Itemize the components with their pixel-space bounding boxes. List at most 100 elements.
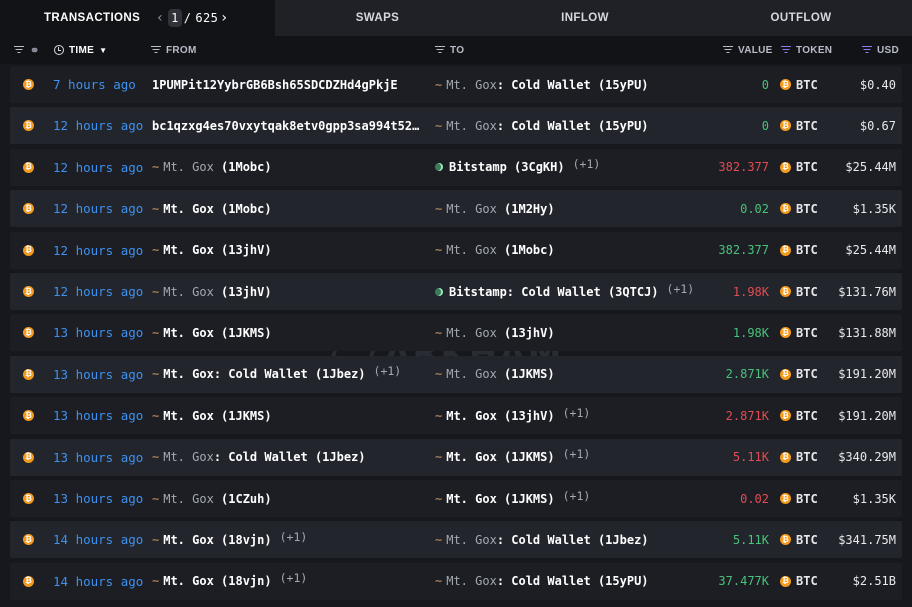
- entity-link[interactable]: ~ Mt. Gox (1JKMS) (+1): [435, 447, 591, 464]
- to-column-header[interactable]: TO: [435, 36, 464, 64]
- entity-link[interactable]: ~ Mt. Gox: Cold Wallet (15yPU): [435, 78, 649, 92]
- entity-name: Mt. Gox: [446, 77, 497, 92]
- token-cell[interactable]: ₿ BTC: [780, 232, 818, 269]
- time-link[interactable]: 13 hours ago: [53, 439, 143, 476]
- time-column-header[interactable]: TIME ▼: [54, 36, 107, 64]
- token-cell[interactable]: ₿ BTC: [780, 397, 818, 434]
- value-column-header[interactable]: VALUE: [723, 36, 773, 64]
- entity-link[interactable]: ~ Mt. Gox (1Mobc): [152, 202, 272, 216]
- entity-link[interactable]: Bitstamp (3CgKH) (+1): [435, 157, 601, 175]
- time-link[interactable]: 13 hours ago: [53, 356, 143, 393]
- entity-link[interactable]: ~ Mt. Gox: Cold Wallet (1Jbez): [152, 450, 366, 464]
- to-header-label: TO: [450, 44, 465, 56]
- entity-link[interactable]: ~ Mt. Gox (13jhV) (+1): [435, 406, 591, 423]
- entity-link[interactable]: ~ Mt. Gox (1JKMS): [152, 326, 272, 340]
- time-link[interactable]: 12 hours ago: [53, 232, 143, 269]
- entity-link[interactable]: ~ Mt. Gox: Cold Wallet (15yPU): [435, 574, 649, 588]
- entity-link[interactable]: ~ Mt. Gox (1JKMS): [152, 409, 272, 423]
- entity-link[interactable]: ~ Mt. Gox: Cold Wallet (1Jbez) (+1): [152, 364, 402, 381]
- extra-addresses-badge[interactable]: (+1): [563, 406, 591, 420]
- table-row[interactable]: ₿ 12 hours ago ~ Mt. Gox (1Mobc) ~ Mt. Gox (1…: [10, 190, 902, 228]
- entity-label: : Cold Wallet (15yPU): [496, 118, 649, 133]
- extra-addresses-badge[interactable]: (+1): [563, 447, 591, 461]
- extra-addresses-badge[interactable]: (+1): [280, 530, 308, 544]
- table-row[interactable]: ₿ 14 hours ago ~ Mt. Gox (18vjn) (+1) ~ Mt. Go…: [10, 521, 902, 559]
- filter-icon[interactable]: [14, 36, 29, 64]
- entity-link[interactable]: ~ Mt. Gox (18vjn) (+1): [152, 530, 308, 547]
- usd-cell: $1.35K: [852, 201, 896, 216]
- tab-transactions[interactable]: TRANSACTIONS ‹ 1 / 625 ›: [0, 0, 275, 36]
- token-cell[interactable]: ₿ BTC: [780, 521, 818, 558]
- entity-link[interactable]: ~ Mt. Gox (18vjn) (+1): [152, 571, 308, 588]
- entity-link[interactable]: ~ Mt. Gox: Cold Wallet (15yPU): [435, 119, 649, 133]
- entity-link[interactable]: Bitstamp: Cold Wallet (3QTCJ) (+1): [435, 282, 695, 299]
- table-row[interactable]: ₿ 13 hours ago ~ Mt. Gox (1JKMS) ~ Mt. Gox (1…: [10, 397, 902, 435]
- token-cell[interactable]: ₿ BTC: [780, 66, 818, 103]
- entity-link[interactable]: ~ Mt. Gox: Cold Wallet (1Jbez): [435, 533, 649, 547]
- time-link[interactable]: 13 hours ago: [53, 480, 143, 517]
- address-link[interactable]: 1PUMPit12YybrGB6Bsh65SDCDZHd4gPkjE: [152, 78, 398, 92]
- entity-link[interactable]: ~ Mt. Gox (1JKMS) (+1): [435, 489, 591, 506]
- entity-link[interactable]: ~ Mt. Gox (1Mobc): [152, 160, 272, 174]
- tab-outflow[interactable]: OUTFLOW: [690, 0, 912, 36]
- table-row[interactable]: ₿ 14 hours ago ~ Mt. Gox (18vjn) (+1) ~ Mt. Go…: [10, 562, 902, 600]
- filter-icon: [435, 46, 445, 54]
- entity-link[interactable]: ~ Mt. Gox (13jhV): [152, 243, 272, 257]
- extra-addresses-badge[interactable]: (+1): [374, 364, 402, 378]
- address-link[interactable]: bc1qzxg4es70vxytqak8etv0gpp3sa994t52…: [152, 119, 419, 133]
- token-cell[interactable]: ₿ BTC: [780, 439, 818, 476]
- table-row[interactable]: ₿ 12 hours ago bc1qzxg4es70vxytqak8etv0gpp…: [10, 107, 902, 145]
- time-link[interactable]: 14 hours ago: [53, 563, 143, 600]
- token-cell[interactable]: ₿ BTC: [780, 273, 818, 310]
- token-cell[interactable]: ₿ BTC: [780, 314, 818, 351]
- extra-addresses-badge[interactable]: (+1): [563, 489, 591, 503]
- entity-name: Bitstamp: [449, 160, 507, 175]
- table-row[interactable]: ₿ 13 hours ago ~ Mt. Gox (1JKMS) ~ Mt. Gox (1…: [10, 314, 902, 352]
- table-row[interactable]: ₿ 13 hours ago ~ Mt. Gox: Cold Wallet (1Jbe…: [10, 355, 902, 393]
- table-row[interactable]: ₿ 13 hours ago ~ Mt. Gox: Cold Wallet (1Jbe…: [10, 438, 902, 476]
- from-column-header[interactable]: FROM: [151, 36, 197, 64]
- from-cell: ~ Mt. Gox (18vjn) (+1): [152, 521, 307, 558]
- entity-link[interactable]: ~ Mt. Gox (1Mobc): [435, 243, 555, 257]
- entity-label: (1M2Hy): [496, 201, 555, 216]
- current-page[interactable]: 1: [168, 9, 182, 27]
- table-row[interactable]: ₿ 12 hours ago ~ Mt. Gox (1Mobc) Bitstamp (3…: [10, 148, 902, 186]
- token-cell[interactable]: ₿ BTC: [780, 149, 818, 186]
- token-cell[interactable]: ₿ BTC: [780, 480, 818, 517]
- time-link[interactable]: 12 hours ago: [53, 107, 143, 144]
- table-row[interactable]: ₿ 12 hours ago ~ Mt. Gox (13jhV) ~ Mt. Gox (1…: [10, 231, 902, 269]
- token-cell[interactable]: ₿ BTC: [780, 190, 818, 227]
- time-link[interactable]: 13 hours ago: [53, 314, 143, 351]
- usd-column-header[interactable]: USD: [862, 36, 899, 64]
- time-link[interactable]: 12 hours ago: [53, 149, 143, 186]
- chain-icon: ₿: [23, 149, 34, 186]
- next-page-button[interactable]: ›: [218, 10, 230, 26]
- tab-inflow[interactable]: INFLOW: [480, 0, 690, 36]
- token-cell[interactable]: ₿ BTC: [780, 107, 818, 144]
- time-link[interactable]: 14 hours ago: [53, 521, 143, 558]
- bitcoin-icon: ₿: [23, 451, 34, 463]
- table-row[interactable]: ₿ 13 hours ago ~ Mt. Gox (1CZuh) ~ Mt. Gox (1…: [10, 480, 902, 517]
- time-link[interactable]: 13 hours ago: [53, 397, 143, 434]
- token-cell[interactable]: ₿ BTC: [780, 356, 818, 393]
- entity-link[interactable]: ~ Mt. Gox (1JKMS): [435, 367, 555, 381]
- entity-link[interactable]: ~ Mt. Gox (13jhV): [152, 285, 272, 299]
- time-link[interactable]: 7 hours ago: [53, 66, 136, 103]
- entity-link[interactable]: ~ Mt. Gox (1CZuh): [152, 492, 272, 506]
- table-row[interactable]: ₿ 12 hours ago ~ Mt. Gox (13jhV) Bitstamp: C…: [10, 273, 902, 310]
- time-link[interactable]: 12 hours ago: [53, 190, 143, 227]
- time-link[interactable]: 12 hours ago: [53, 273, 143, 310]
- extra-addresses-badge[interactable]: (+1): [573, 157, 601, 171]
- entity-link[interactable]: ~ Mt. Gox (13jhV): [435, 326, 555, 340]
- extra-addresses-badge[interactable]: (+1): [667, 282, 695, 296]
- link-icon[interactable]: ⚭: [30, 36, 40, 64]
- extra-addresses-badge[interactable]: (+1): [280, 571, 308, 585]
- entity-link[interactable]: ~ Mt. Gox (1M2Hy): [435, 202, 555, 216]
- prev-page-button[interactable]: ‹: [154, 10, 166, 26]
- to-cell: ~ Mt. Gox (1M2Hy): [435, 190, 555, 227]
- tab-swaps[interactable]: SWAPS: [275, 0, 480, 36]
- token-cell[interactable]: ₿ BTC: [780, 563, 818, 600]
- table-row[interactable]: ₿ 7 hours ago 1PUMPit12YybrGB6Bsh65SDCDZHd…: [10, 66, 902, 103]
- token-column-header[interactable]: TOKEN: [781, 36, 832, 64]
- entity-name: Bitstamp: [449, 284, 507, 299]
